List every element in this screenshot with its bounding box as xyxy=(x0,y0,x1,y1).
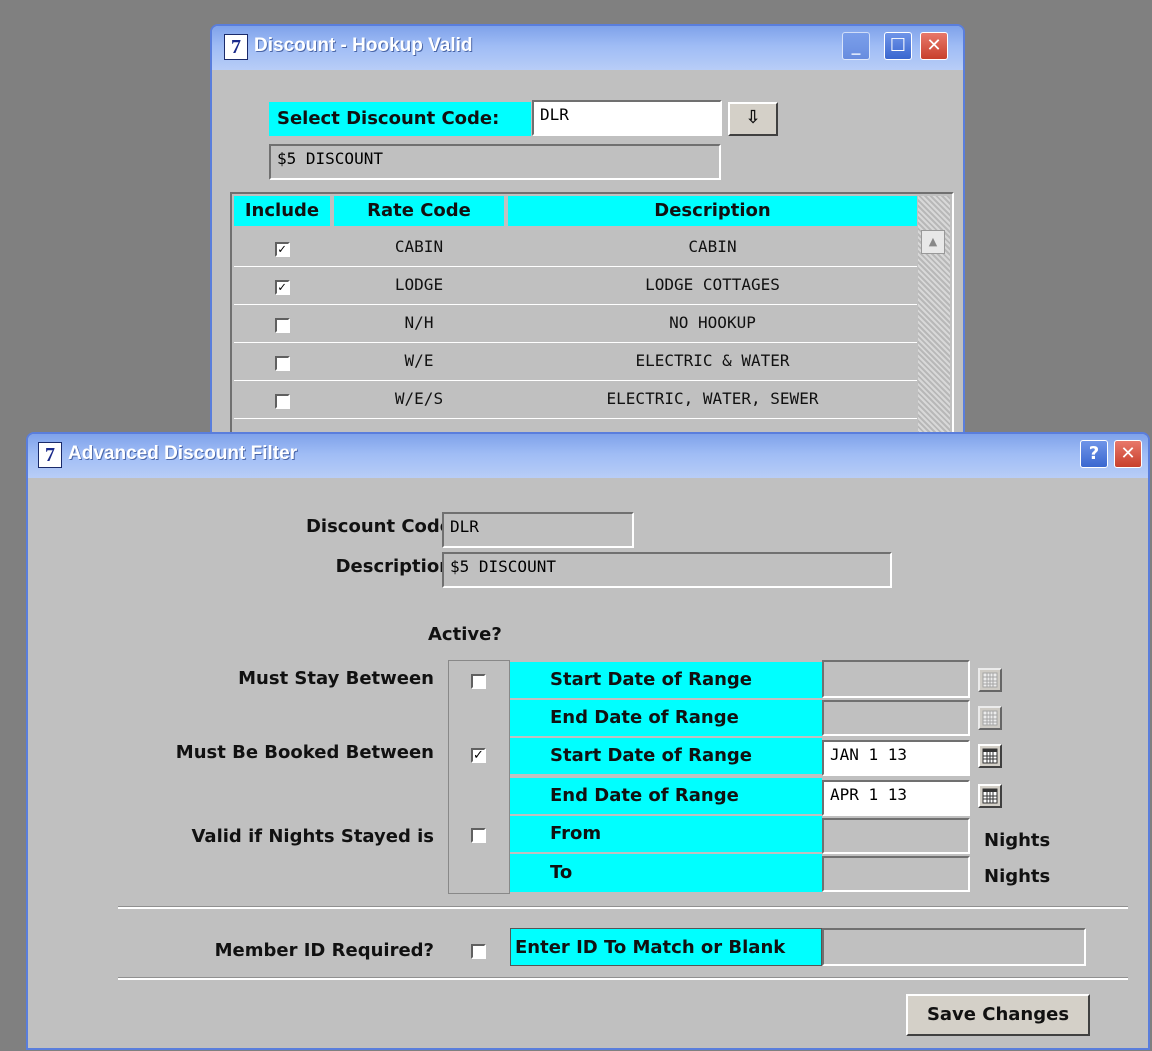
table-row[interactable]: W/E ELECTRIC & WATER xyxy=(234,342,917,381)
rate-code-cell: W/E/S xyxy=(394,389,444,408)
include-cell[interactable]: ✓ xyxy=(234,228,330,266)
enter-id-label: Enter ID To Match or Blank xyxy=(510,928,822,966)
description-cell: ELECTRIC & WATER xyxy=(635,351,790,370)
close-icon[interactable]: ✕ xyxy=(920,32,948,60)
description-label: Description xyxy=(335,556,452,577)
description-cell: ELECTRIC, WATER, SEWER xyxy=(606,389,819,408)
window2-titlebar[interactable]: 7 Advanced Discount Filter ? ✕ xyxy=(28,434,1148,478)
arrow-down-icon: ⇩ xyxy=(745,107,761,128)
help-icon[interactable]: ? xyxy=(1080,440,1108,468)
rate-code-cell: W/E xyxy=(404,351,434,370)
booked-end-date-input[interactable]: APR 1 13 xyxy=(822,780,970,816)
active-column-frame xyxy=(448,660,510,894)
calendar-icon xyxy=(982,788,998,804)
window1-title: Discount - Hookup Valid xyxy=(254,35,473,56)
stay-end-label: End Date of Range xyxy=(510,700,822,736)
include-cell[interactable] xyxy=(234,304,330,342)
discount-code-field: DLR xyxy=(442,512,634,548)
booked-end-label: End Date of Range xyxy=(510,778,822,814)
rate-code-cell: LODGE xyxy=(394,275,444,294)
select-discount-label: Select Discount Code: xyxy=(269,102,531,136)
include-cell[interactable] xyxy=(234,342,330,380)
active-header: Active? xyxy=(428,624,502,645)
dropdown-arrow-button[interactable]: ⇩ xyxy=(728,102,778,136)
app-icon: 7 xyxy=(224,34,248,60)
grid-header: Include Rate Code Description xyxy=(234,196,917,226)
table-row[interactable]: W/E/S ELECTRIC, WATER, SEWER xyxy=(234,380,917,419)
description-field: $5 DISCOUNT xyxy=(442,552,892,588)
stay-start-label: Start Date of Range xyxy=(510,662,822,698)
table-row[interactable]: ✓ LODGE LODGE COTTAGES xyxy=(234,266,917,305)
member-id-label: Member ID Required? xyxy=(214,940,434,961)
nights-stayed-label: Valid if Nights Stayed is xyxy=(191,826,434,847)
maximize-icon[interactable]: ☐ xyxy=(884,32,912,60)
stay-end-date-field[interactable] xyxy=(822,700,970,736)
window2-title: Advanced Discount Filter xyxy=(68,443,298,464)
include-checkbox[interactable] xyxy=(274,394,290,409)
description-cell: NO HOOKUP xyxy=(669,313,756,332)
table-row[interactable]: ✓ CABIN CABIN xyxy=(234,228,917,267)
separator-bottom xyxy=(118,977,1128,980)
member-id-checkbox[interactable] xyxy=(471,944,486,959)
nights-from-unit: Nights xyxy=(984,830,1051,851)
nights-to-input[interactable] xyxy=(822,856,970,892)
save-changes-button[interactable]: Save Changes xyxy=(906,994,1090,1036)
discount-code-label: Discount Code xyxy=(305,516,452,537)
nights-stayed-checkbox[interactable] xyxy=(471,828,486,843)
must-booked-label: Must Be Booked Between xyxy=(175,742,434,763)
rate-code-cell: N/H xyxy=(404,313,434,332)
scroll-up-button[interactable]: ▲ xyxy=(921,230,945,254)
scroll-up-icon: ▲ xyxy=(928,235,938,248)
must-stay-checkbox[interactable] xyxy=(471,674,486,689)
booked-start-calendar-button[interactable] xyxy=(978,744,1002,768)
discount-description-field: $5 DISCOUNT xyxy=(269,144,721,180)
discount-hookup-window: 7 Discount - Hookup Valid _ ☐ ✕ Select D… xyxy=(210,24,965,444)
close-icon[interactable]: ✕ xyxy=(1114,440,1142,468)
nights-to-unit: Nights xyxy=(984,866,1051,887)
booked-start-label: Start Date of Range xyxy=(510,738,822,774)
must-stay-label: Must Stay Between xyxy=(238,668,434,689)
nights-to-label: To xyxy=(510,854,822,892)
rate-code-cell: CABIN xyxy=(394,237,444,256)
include-checkbox[interactable]: ✓ xyxy=(274,242,290,257)
booked-start-date-input[interactable]: JAN 1 13 xyxy=(822,740,970,776)
include-checkbox[interactable] xyxy=(274,356,290,371)
nights-from-input[interactable] xyxy=(822,818,970,854)
booked-end-calendar-button[interactable] xyxy=(978,784,1002,808)
description-cell: LODGE COTTAGES xyxy=(645,275,780,294)
stay-end-calendar-button[interactable] xyxy=(978,706,1002,730)
column-include[interactable]: Include xyxy=(234,196,330,226)
discount-code-input[interactable]: DLR xyxy=(532,100,722,136)
calendar-icon xyxy=(982,748,998,764)
member-id-input[interactable] xyxy=(822,928,1086,966)
stay-start-calendar-button[interactable] xyxy=(978,668,1002,692)
description-cell: CABIN xyxy=(688,237,737,256)
include-checkbox[interactable]: ✓ xyxy=(274,280,290,295)
grid-scrollbar[interactable]: ▲ xyxy=(918,196,950,442)
advanced-discount-filter-window: 7 Advanced Discount Filter ? ✕ Discount … xyxy=(26,432,1150,1050)
must-booked-checkbox[interactable]: ✓ xyxy=(471,748,486,763)
app-icon: 7 xyxy=(38,442,62,468)
calendar-icon xyxy=(982,672,998,688)
rate-code-grid: Include Rate Code Description ✓ CABIN CABI… xyxy=(230,192,954,444)
include-checkbox[interactable] xyxy=(274,318,290,333)
window1-titlebar[interactable]: 7 Discount - Hookup Valid _ ☐ ✕ xyxy=(212,26,963,70)
column-rate-code[interactable]: Rate Code xyxy=(334,196,504,226)
minimize-icon[interactable]: _ xyxy=(842,32,870,60)
include-cell[interactable]: ✓ xyxy=(234,266,330,304)
table-row[interactable]: N/H NO HOOKUP xyxy=(234,304,917,343)
nights-from-label: From xyxy=(510,816,822,852)
include-cell[interactable] xyxy=(234,380,330,418)
calendar-icon xyxy=(982,710,998,726)
separator-top xyxy=(118,906,1128,909)
stay-start-date-field[interactable] xyxy=(822,660,970,698)
column-description[interactable]: Description xyxy=(508,196,917,226)
